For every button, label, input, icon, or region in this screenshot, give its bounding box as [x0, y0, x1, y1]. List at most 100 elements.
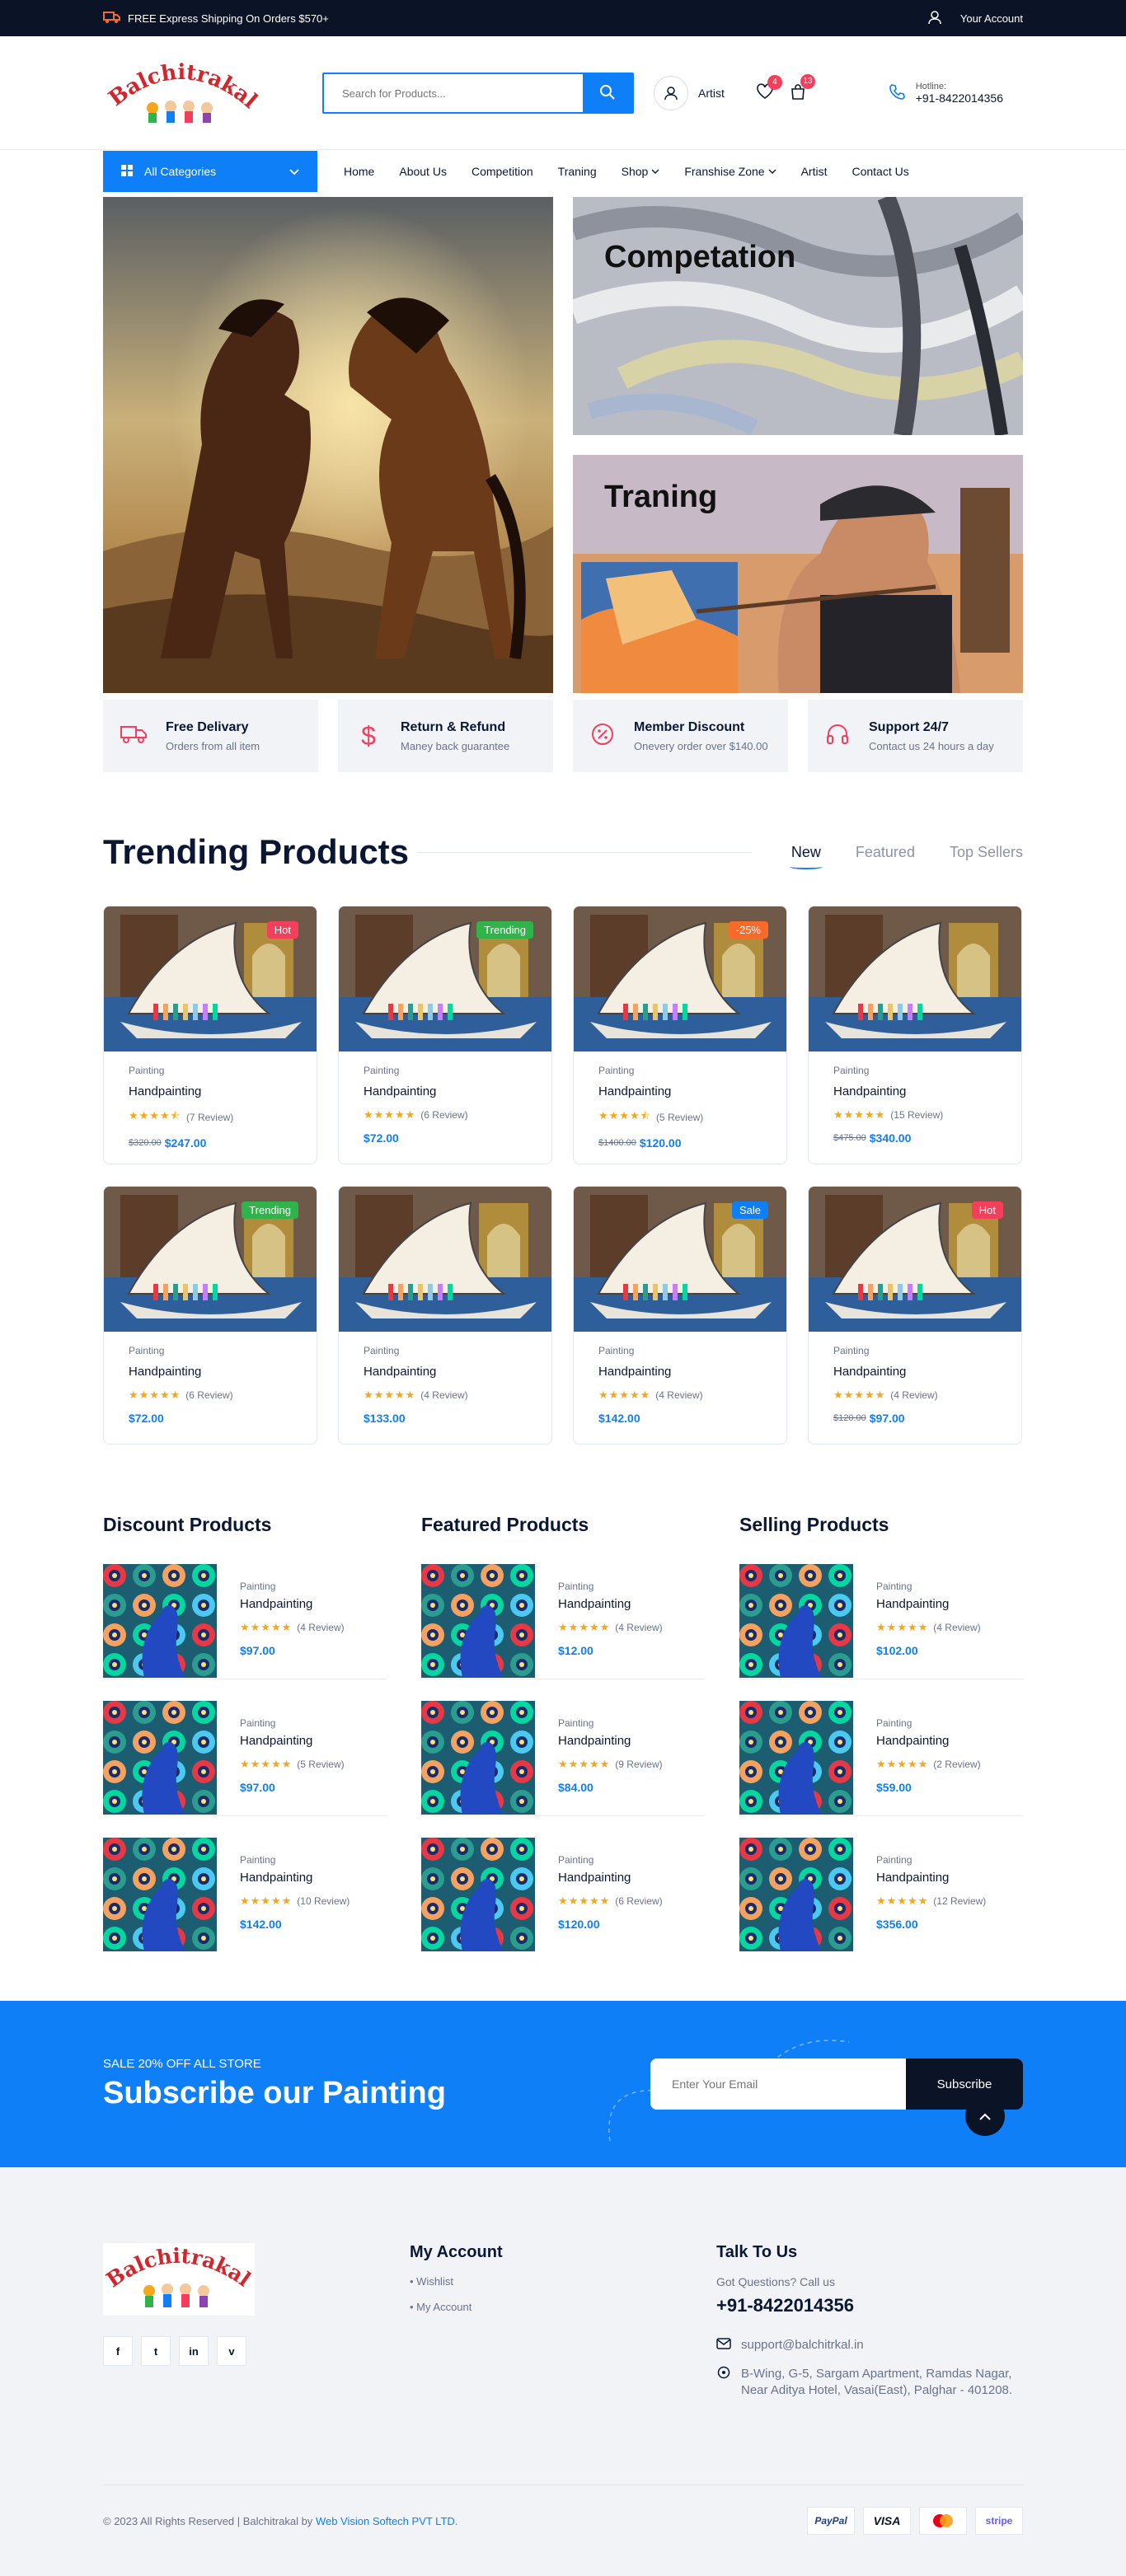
footer-email[interactable]: support@balchitrkal.in: [716, 2338, 1023, 2353]
nav-item-shop[interactable]: Shop: [622, 165, 660, 178]
product-rating: ★★★★★ (10 Review): [240, 1895, 350, 1908]
company-link[interactable]: Web Vision Softech PVT LTD.: [316, 2515, 457, 2527]
product-image[interactable]: [739, 1838, 853, 1951]
list-item[interactable]: Painting Handpainting ★★★★★ (4 Review) $12.0…: [421, 1564, 705, 1679]
tab-top-sellers[interactable]: Top Sellers: [950, 844, 1023, 861]
product-image[interactable]: [103, 1564, 217, 1678]
product-card[interactable]: Painting Handpainting ★★★★★ (15 Review) $475…: [808, 906, 1022, 1164]
product-name[interactable]: Handpainting: [558, 1597, 663, 1611]
facebook-icon[interactable]: f: [103, 2336, 133, 2366]
feature-return-refund: $ Return & Refund Maney back guarantee: [338, 700, 553, 772]
review-count: (12 Review): [933, 1895, 987, 1907]
product-name[interactable]: Handpainting: [833, 1084, 997, 1098]
nav-item-contact[interactable]: Contact Us: [852, 165, 908, 178]
list-item[interactable]: Painting Handpainting ★★★★★ (12 Review) $356…: [739, 1838, 1023, 1953]
product-price: $1400.00 $120.00: [598, 1136, 762, 1150]
list-item[interactable]: Painting Handpainting ★★★★★ (5 Review) $97.0…: [103, 1701, 387, 1816]
product-card[interactable]: -25% Painting Handpainting ★★★★⯪ (5 Review) $…: [573, 906, 787, 1164]
artist-link[interactable]: Artist: [654, 76, 725, 110]
product-name[interactable]: Handpainting: [240, 1871, 350, 1885]
vimeo-icon[interactable]: v: [217, 2336, 246, 2366]
product-name[interactable]: Handpainting: [240, 1597, 345, 1611]
footer-link-wishlist[interactable]: • Wishlist: [410, 2275, 716, 2288]
product-name[interactable]: Handpainting: [558, 1734, 663, 1748]
tab-new[interactable]: New: [789, 844, 823, 869]
list-item[interactable]: Painting Handpainting ★★★★★ (10 Review) $142…: [103, 1838, 387, 1953]
product-image[interactable]: [421, 1838, 535, 1951]
list-item[interactable]: Painting Handpainting ★★★★★ (2 Review) $59.0…: [739, 1701, 1023, 1816]
product-name[interactable]: Handpainting: [598, 1084, 762, 1098]
subscribe-button[interactable]: Subscribe: [906, 2058, 1023, 2110]
product-card[interactable]: Hot Painting Handpainting ★★★★⯪ (7 Review) $3…: [103, 906, 317, 1164]
product-name[interactable]: Handpainting: [876, 1871, 986, 1885]
twitter-icon[interactable]: t: [141, 2336, 171, 2366]
product-image[interactable]: Hot: [104, 906, 317, 1051]
product-image[interactable]: [809, 906, 1021, 1051]
footer-logo[interactable]: Balchitrakala: [96, 2224, 410, 2320]
product-name[interactable]: Handpainting: [558, 1871, 663, 1885]
star-rating-icon: ★★★★★: [558, 1895, 611, 1907]
current-price: $97.00: [869, 1412, 905, 1425]
feature-title: Return & Refund: [401, 719, 506, 734]
product-name[interactable]: Handpainting: [364, 1365, 527, 1379]
product-card[interactable]: Trending Painting Handpainting ★★★★★ (6 Revi…: [103, 1186, 317, 1445]
nav-item-home[interactable]: Home: [344, 165, 374, 178]
product-name[interactable]: Handpainting: [876, 1597, 981, 1611]
product-image[interactable]: [739, 1564, 853, 1678]
product-category: Painting: [876, 1581, 913, 1592]
list-item[interactable]: Painting Handpainting ★★★★★ (6 Review) $120.…: [421, 1838, 705, 1953]
nav-item-franchise[interactable]: Franshise Zone: [684, 165, 776, 178]
product-name[interactable]: Handpainting: [240, 1734, 345, 1748]
product-image[interactable]: [103, 1838, 217, 1951]
logo[interactable]: Balchitrakala: [103, 57, 260, 129]
nav-item-training[interactable]: Traning: [558, 165, 597, 178]
product-rating: ★★★★★ (4 Review): [558, 1621, 663, 1634]
search-button[interactable]: [583, 74, 632, 112]
list-item[interactable]: Painting Handpainting ★★★★★ (9 Review) $84.0…: [421, 1701, 705, 1816]
product-image[interactable]: [339, 1187, 551, 1332]
feature-sub: Contact us 24 hours a day: [869, 739, 994, 752]
product-image[interactable]: -25%: [574, 906, 786, 1051]
cart-button[interactable]: 13: [789, 73, 815, 105]
account-link[interactable]: Your Account: [927, 10, 1023, 27]
product-image[interactable]: [739, 1701, 853, 1815]
competition-banner[interactable]: Competation: [573, 197, 1023, 435]
linkedin-icon[interactable]: in: [179, 2336, 209, 2366]
product-image[interactable]: Sale: [574, 1187, 786, 1332]
product-price: $142.00: [598, 1412, 762, 1425]
product-image[interactable]: Hot: [809, 1187, 1021, 1332]
search-input[interactable]: [324, 74, 583, 112]
footer-phone[interactable]: +91-8422014356: [716, 2295, 1023, 2316]
product-name[interactable]: Handpainting: [833, 1365, 997, 1379]
review-count: (5 Review): [297, 1759, 345, 1770]
product-image[interactable]: Trending: [339, 906, 551, 1051]
product-card[interactable]: Painting Handpainting ★★★★★ (4 Review) $133.…: [338, 1186, 552, 1445]
product-image[interactable]: [421, 1701, 535, 1815]
nav-item-artist[interactable]: Artist: [801, 165, 828, 178]
nav-item-competition[interactable]: Competition: [472, 165, 533, 178]
product-image[interactable]: [103, 1701, 217, 1815]
product-name[interactable]: Handpainting: [876, 1734, 981, 1748]
product-name[interactable]: Handpainting: [364, 1084, 527, 1098]
list-item[interactable]: Painting Handpainting ★★★★★ (4 Review) $97.0…: [103, 1564, 387, 1679]
all-categories-button[interactable]: All Categories: [103, 151, 317, 192]
tab-featured[interactable]: Featured: [856, 844, 915, 861]
product-name[interactable]: Handpainting: [129, 1084, 292, 1098]
product-card[interactable]: Hot Painting Handpainting ★★★★★ (4 Review) $1…: [808, 1186, 1022, 1445]
hero-horses-image[interactable]: [103, 197, 553, 693]
hotline-number[interactable]: +91-8422014356: [916, 91, 1003, 105]
product-image[interactable]: [421, 1564, 535, 1678]
product-image[interactable]: Trending: [104, 1187, 317, 1332]
product-name[interactable]: Handpainting: [129, 1365, 292, 1379]
list-item[interactable]: Painting Handpainting ★★★★★ (4 Review) $102.…: [739, 1564, 1023, 1679]
footer-link-account[interactable]: • My Account: [410, 2301, 716, 2313]
training-banner[interactable]: Traning: [573, 455, 1023, 693]
product-card[interactable]: Sale Painting Handpainting ★★★★★ (4 Review) $…: [573, 1186, 787, 1445]
product-card[interactable]: Trending Painting Handpainting ★★★★★ (6 Revi…: [338, 906, 552, 1164]
product-tag: Trending: [242, 1201, 298, 1219]
nav-item-about[interactable]: About Us: [399, 165, 447, 178]
back-to-top-button[interactable]: [965, 2096, 1005, 2136]
wishlist-button[interactable]: 4: [756, 74, 782, 104]
product-name[interactable]: Handpainting: [598, 1365, 762, 1379]
email-field[interactable]: [650, 2058, 906, 2110]
